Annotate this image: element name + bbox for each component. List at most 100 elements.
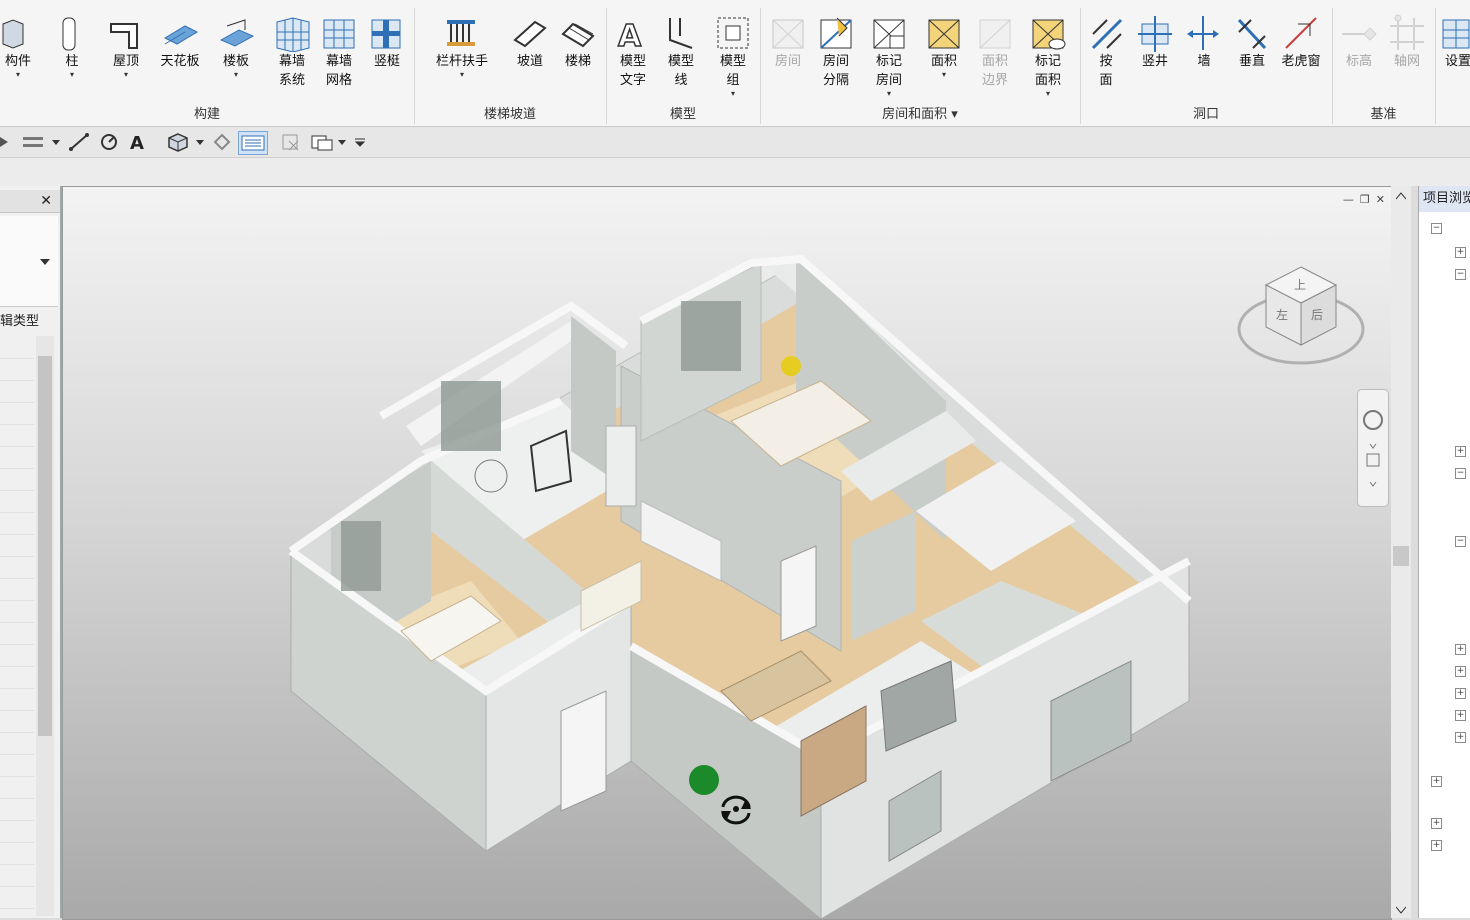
ribbon-tool-room-separator[interactable]: 房间 分隔: [808, 8, 864, 90]
property-row[interactable]: [0, 798, 34, 821]
dropdown-arrow-icon[interactable]: [196, 131, 204, 153]
ribbon-tool-mullion[interactable]: 竖梃: [359, 8, 415, 71]
dropdown-arrow-icon[interactable]: ▾: [705, 90, 761, 98]
tree-expander-icon[interactable]: +: [1431, 840, 1442, 851]
property-row[interactable]: [0, 622, 34, 645]
viewcube[interactable]: 上 左 后: [1231, 257, 1371, 377]
ribbon-tool-grid[interactable]: 轴网: [1379, 8, 1435, 71]
viewcube-back-face[interactable]: 后: [1311, 308, 1323, 322]
property-row[interactable]: [0, 534, 34, 557]
tree-expander-icon[interactable]: +: [1455, 732, 1466, 743]
tree-expander-icon[interactable]: +: [1455, 688, 1466, 699]
dropdown-arrow-icon[interactable]: ▾: [44, 71, 100, 79]
property-row[interactable]: [0, 512, 34, 535]
ribbon-tool-tag-room[interactable]: 标记 房间 ▾: [861, 8, 917, 98]
ribbon-tool-stair[interactable]: 楼梯: [550, 8, 606, 71]
dropdown-arrow-icon[interactable]: ▾: [208, 71, 264, 79]
modify-icon[interactable]: [0, 131, 10, 153]
scroll-thumb[interactable]: [1393, 546, 1409, 566]
ribbon-tool-shaft[interactable]: 竖井: [1127, 8, 1183, 71]
tree-expander-icon[interactable]: +: [1455, 666, 1466, 677]
ribbon-tool-model-group[interactable]: 模型 组 ▾: [705, 8, 761, 98]
property-row[interactable]: [0, 820, 34, 843]
property-row[interactable]: [0, 468, 34, 491]
customize-toolbar-icon[interactable]: [354, 131, 366, 153]
ribbon-tool-ceiling[interactable]: 天花板: [152, 8, 208, 71]
ribbon-tool-dormer[interactable]: 老虎窗: [1273, 8, 1329, 71]
property-row[interactable]: [0, 864, 34, 887]
dimension-icon[interactable]: [98, 131, 120, 153]
viewcube-top-face[interactable]: 上: [1294, 278, 1306, 292]
ribbon-tool-vertical-opening[interactable]: 垂直: [1224, 8, 1280, 71]
tree-expander-icon[interactable]: −: [1431, 223, 1442, 234]
viewport-scrollbar[interactable]: [1391, 186, 1411, 918]
property-row[interactable]: [0, 644, 34, 667]
edit-type-button[interactable]: 辑类型: [0, 310, 39, 329]
chevron-up-icon[interactable]: [1396, 192, 1406, 200]
property-row[interactable]: [0, 732, 34, 755]
tree-expander-icon[interactable]: +: [1455, 710, 1466, 721]
ribbon-tool-by-face[interactable]: 按 面: [1078, 8, 1134, 90]
property-row[interactable]: [0, 754, 34, 777]
property-row[interactable]: [0, 688, 34, 711]
dropdown-arrow-icon[interactable]: ▾: [1020, 90, 1076, 98]
type-selector[interactable]: [0, 216, 58, 307]
dropdown-arrow-icon[interactable]: ▾: [0, 71, 46, 79]
tree-expander-icon[interactable]: +: [1431, 776, 1442, 787]
property-row[interactable]: [0, 336, 34, 359]
tree-expander-icon[interactable]: +: [1455, 247, 1466, 258]
thin-lines-icon[interactable]: [238, 131, 268, 155]
ribbon-tool-railing[interactable]: 栏杆扶手 ▾: [434, 8, 490, 79]
property-row[interactable]: [0, 424, 34, 447]
property-row[interactable]: [0, 600, 34, 623]
dropdown-arrow-icon[interactable]: [52, 131, 60, 153]
property-row[interactable]: [0, 556, 34, 579]
property-row[interactable]: [0, 490, 34, 513]
ribbon-tool-column[interactable]: 柱 ▾: [44, 8, 100, 79]
tree-expander-icon[interactable]: +: [1455, 446, 1466, 457]
steering-wheel-icon[interactable]: [1363, 410, 1383, 430]
property-row[interactable]: [0, 402, 34, 425]
ribbon-tool-floor[interactable]: 楼板 ▾: [208, 8, 264, 79]
property-row[interactable]: [0, 358, 34, 381]
ribbon-tool-tag-area[interactable]: 标记 面积 ▾: [1020, 8, 1076, 98]
ribbon-tool-area-boundary[interactable]: 面积 边界: [967, 8, 1023, 90]
switch-windows-icon[interactable]: [310, 131, 336, 153]
text-icon[interactable]: A: [128, 131, 148, 153]
property-row[interactable]: [0, 380, 34, 403]
chevron-down-icon[interactable]: [1369, 481, 1377, 487]
align-icon[interactable]: [22, 131, 46, 153]
property-row[interactable]: [0, 666, 34, 689]
measure-icon[interactable]: [68, 131, 90, 153]
chevron-down-icon[interactable]: [1396, 906, 1406, 914]
3d-viewport[interactable]: — ❐ ✕ 上 左 后: [62, 186, 1392, 920]
dropdown-arrow-icon[interactable]: ▾: [916, 71, 972, 79]
ribbon-group-label[interactable]: 房间和面积 ▾: [760, 103, 1080, 122]
ribbon-tool-settings[interactable]: 设置: [1430, 8, 1470, 71]
property-row[interactable]: [0, 446, 34, 469]
chevron-down-icon[interactable]: [1369, 443, 1377, 449]
ribbon-tool-component[interactable]: 构件 ▾: [0, 8, 46, 79]
ribbon-tool-roof[interactable]: 屋顶 ▾: [98, 8, 154, 79]
section-icon[interactable]: [212, 131, 232, 153]
tree-expander-icon[interactable]: −: [1455, 269, 1466, 280]
property-row[interactable]: [0, 710, 34, 733]
dropdown-arrow-icon[interactable]: [338, 131, 346, 153]
property-row[interactable]: [0, 842, 34, 865]
ribbon-tool-area[interactable]: 面积 ▾: [916, 8, 972, 79]
dropdown-arrow-icon[interactable]: ▾: [434, 71, 490, 79]
property-row[interactable]: [0, 578, 34, 601]
tree-expander-icon[interactable]: +: [1431, 818, 1442, 829]
ribbon-tool-model-line[interactable]: 模型 线: [653, 8, 709, 90]
tree-expander-icon[interactable]: −: [1455, 468, 1466, 479]
property-row[interactable]: [0, 776, 34, 799]
3d-view-icon[interactable]: [166, 131, 190, 153]
tree-expander-icon[interactable]: −: [1455, 536, 1466, 547]
property-row[interactable]: [0, 886, 34, 909]
dropdown-arrow-icon[interactable]: ▾: [98, 71, 154, 79]
viewcube-left-face[interactable]: 左: [1276, 307, 1288, 322]
close-properties-button[interactable]: ✕: [40, 193, 52, 209]
dropdown-arrow-icon[interactable]: ▾: [861, 90, 917, 98]
tree-expander-icon[interactable]: +: [1455, 644, 1466, 655]
close-inactive-views-icon[interactable]: [280, 131, 302, 153]
